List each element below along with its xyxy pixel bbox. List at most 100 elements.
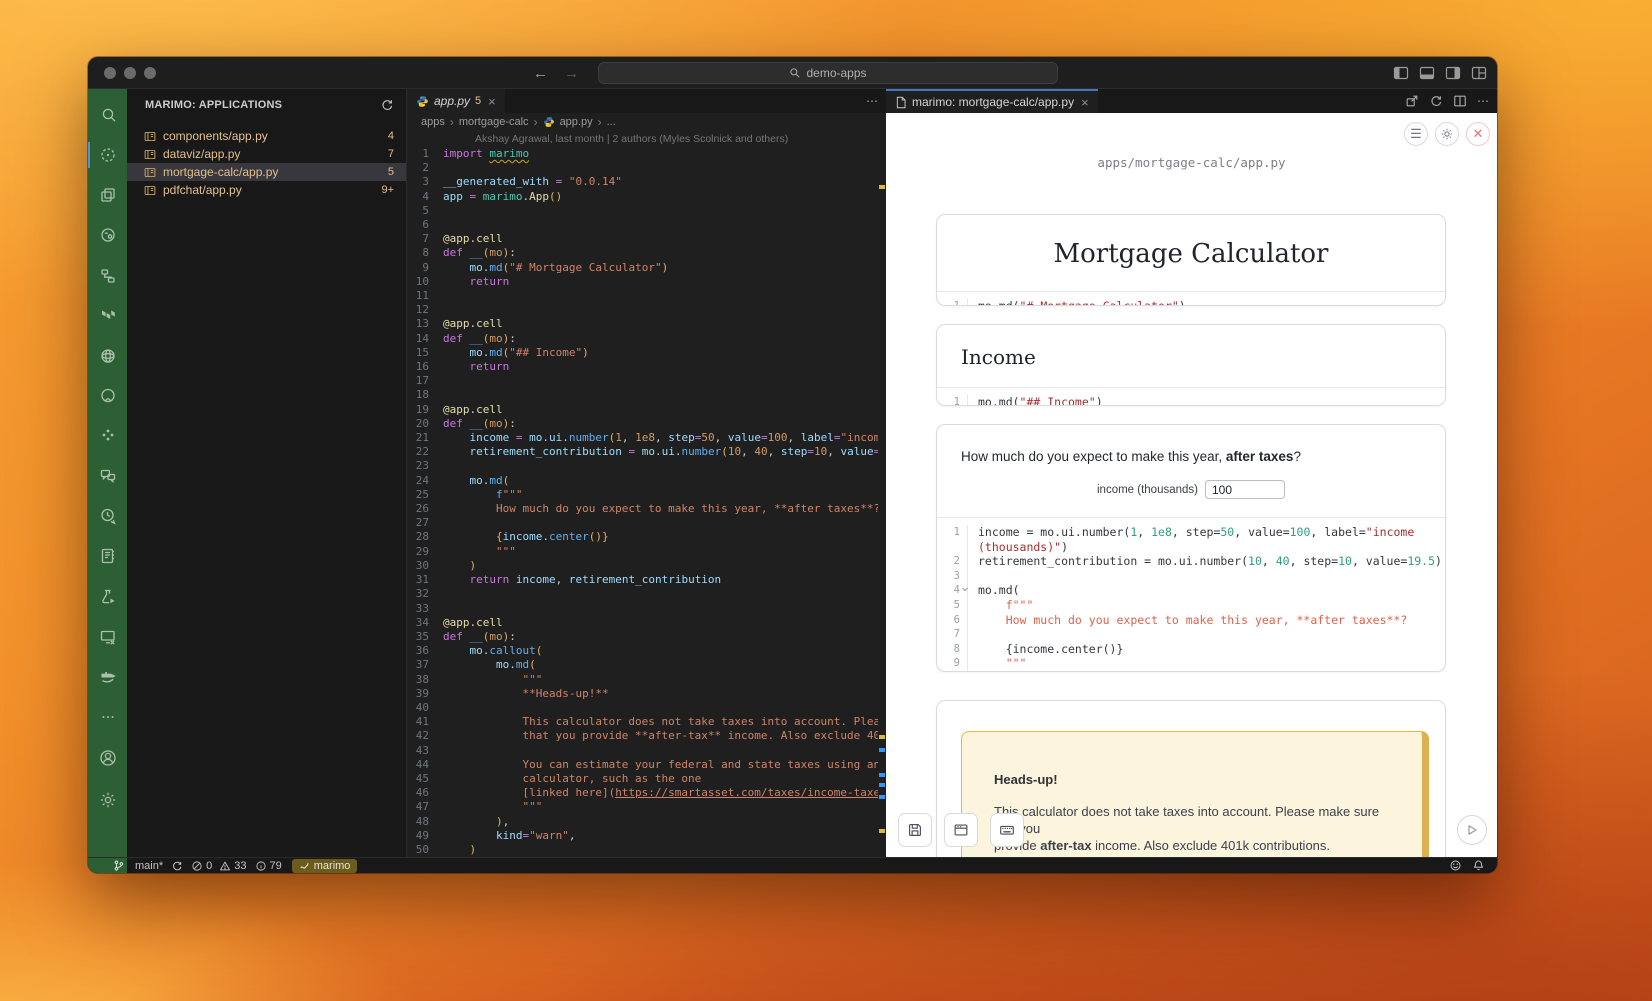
code-line[interactable]: 20def __(mo): [407, 417, 878, 431]
activitybar-settings-gear-icon[interactable] [88, 779, 127, 821]
code-line[interactable]: 34@app.cell [407, 616, 878, 630]
income-number-input[interactable] [1205, 480, 1285, 499]
code-line[interactable]: 48 ), [407, 815, 878, 829]
code-line[interactable]: 37 mo.md( [407, 658, 878, 672]
code-line[interactable]: 12 [407, 303, 878, 317]
toggle-secondary-sidebar-icon[interactable] [1445, 65, 1461, 81]
close-tab-icon[interactable]: × [1081, 95, 1089, 110]
customize-layout-icon[interactable] [1471, 65, 1487, 81]
code-line[interactable]: 40 [407, 701, 878, 715]
more-actions-icon[interactable]: ⋯ [1477, 94, 1489, 108]
sidebar-item-pdfchat-app-py[interactable]: pdfchat/app.py9+ [127, 181, 406, 199]
activitybar-diamonds-icon[interactable] [88, 416, 127, 456]
code-line[interactable]: 8def __(mo): [407, 246, 878, 260]
menu-button[interactable]: ☰ [1404, 122, 1428, 146]
code-line[interactable]: 31 return income, retirement_contributio… [407, 573, 878, 587]
code-line[interactable]: 14def __(mo): [407, 332, 878, 346]
settings-button[interactable] [1435, 122, 1459, 146]
activitybar-marimo-icon[interactable] [88, 135, 127, 175]
notifications-bell-icon[interactable] [1472, 859, 1485, 872]
toggle-primary-sidebar-icon[interactable] [1393, 65, 1409, 81]
code-line[interactable]: 41 This calculator does not take taxes i… [407, 715, 878, 729]
code-line[interactable]: 28 {income.center()} [407, 530, 878, 544]
code-line[interactable]: 7@app.cell [407, 232, 878, 246]
git-branch-status[interactable]: main* [135, 860, 163, 872]
code-line[interactable]: 24 mo.md( [407, 474, 878, 488]
refresh-icon[interactable] [380, 98, 394, 112]
code-line[interactable]: 4app = marimo.App() [407, 190, 878, 204]
history-forward-button[interactable]: → [564, 65, 579, 82]
code-line[interactable]: 15 mo.md("## Income") [407, 346, 878, 360]
code-line[interactable]: 3__generated_with = "0.0.14" [407, 175, 878, 189]
code-line[interactable]: 43 [407, 744, 878, 758]
breadcrumb-file[interactable]: app.py [560, 116, 593, 128]
code-line[interactable]: 35def __(mo): [407, 630, 878, 644]
toggle-panel-icon[interactable] [1419, 65, 1435, 81]
activitybar-terraform-icon[interactable] [88, 296, 127, 336]
code-line[interactable]: 29 """ [407, 545, 878, 559]
code-line[interactable]: 19@app.cell [407, 403, 878, 417]
code-line[interactable]: 21 income = mo.ui.number(1, 1e8, step=50… [407, 431, 878, 445]
history-back-button[interactable]: ← [533, 65, 548, 82]
activitybar-timeline-icon[interactable] [88, 496, 127, 536]
minimize-window-button[interactable] [124, 67, 136, 79]
code-line[interactable]: 50 ) [407, 843, 878, 857]
code-line[interactable]: 13@app.cell [407, 317, 878, 331]
activitybar-copy-files-icon[interactable] [88, 175, 127, 215]
command-center-search[interactable]: demo-apps [598, 62, 1058, 84]
tab-app-py[interactable]: app.py 5 × [407, 89, 505, 113]
close-window-button[interactable] [104, 67, 116, 79]
code-line[interactable]: 23 [407, 459, 878, 473]
sidebar-item-components-app-py[interactable]: components/app.py4 [127, 127, 406, 145]
activitybar-account-icon[interactable] [88, 737, 127, 779]
feedback-smiley-icon[interactable] [1449, 859, 1462, 872]
activitybar-docker-icon[interactable] [88, 657, 127, 697]
zoom-window-button[interactable] [144, 67, 156, 79]
code-line[interactable]: 27 [407, 516, 878, 530]
keyboard-shortcuts-button[interactable] [990, 813, 1024, 847]
split-editor-icon[interactable] [1453, 94, 1467, 108]
breadcrumb-mortgage-calc[interactable]: mortgage-calc [459, 116, 529, 128]
code-line[interactable]: 33 [407, 602, 878, 616]
code-line[interactable]: 9 mo.md("# Mortgage Calculator") [407, 261, 878, 275]
fold-chevron-icon[interactable] [961, 585, 969, 593]
activitybar-search-icon[interactable] [88, 95, 127, 135]
code-line[interactable]: 17 [407, 374, 878, 388]
hints-status[interactable]: 79 [255, 860, 282, 872]
code-line[interactable]: 11 [407, 289, 878, 303]
activitybar-test-beaker-icon[interactable] [88, 577, 127, 617]
code-line[interactable]: 45 calculator, such as the one [407, 772, 878, 786]
code-line[interactable]: 38 """ [407, 673, 878, 687]
activitybar-globe-icon[interactable] [88, 336, 127, 376]
editor-actions-more-icon[interactable]: ⋯ [866, 94, 878, 108]
window-controls[interactable] [104, 67, 156, 79]
marimo-status-chip[interactable]: marimo [292, 859, 358, 873]
code-line[interactable]: 47 """ [407, 800, 878, 814]
run-app-button[interactable] [1457, 815, 1487, 845]
open-external-icon[interactable] [1405, 94, 1419, 108]
code-line[interactable]: 16 return [407, 360, 878, 374]
sync-changes-button[interactable] [171, 860, 183, 872]
code-line[interactable]: 30 ) [407, 559, 878, 573]
sidebar-item-mortgage-calc-app-py[interactable]: mortgage-calc/app.py5 [127, 163, 406, 181]
problems-status[interactable]: 0 33 [191, 860, 246, 872]
code-line[interactable]: 1import marimo [407, 147, 878, 161]
breadcrumb[interactable]: apps› mortgage-calc› app.py› ... [407, 113, 886, 131]
tab-marimo-preview[interactable]: marimo: mortgage-calc/app.py × [886, 89, 1098, 113]
code-line[interactable]: 42 that you provide **after-tax** income… [407, 729, 878, 743]
code-line[interactable]: 26 How much do you expect to make this y… [407, 502, 878, 516]
code-line[interactable]: 2 [407, 161, 878, 175]
code-editor[interactable]: 1import marimo23__generated_with = "0.0.… [407, 147, 878, 857]
activitybar-more-icon[interactable] [88, 697, 127, 737]
activitybar-run-circle-icon[interactable] [88, 215, 127, 255]
activitybar-notebook-icon[interactable] [88, 536, 127, 576]
code-line[interactable]: 22 retirement_contribution = mo.ui.numbe… [407, 445, 878, 459]
activitybar-remote-monitor-icon[interactable] [88, 617, 127, 657]
breadcrumb-symbol[interactable]: ... [607, 116, 616, 128]
code-line[interactable]: 39 **Heads-up!** [407, 687, 878, 701]
close-tab-icon[interactable]: × [488, 94, 496, 109]
code-line[interactable]: 6 [407, 218, 878, 232]
code-line[interactable]: 32 [407, 587, 878, 601]
breadcrumb-apps[interactable]: apps [421, 116, 445, 128]
overview-ruler[interactable] [878, 147, 886, 857]
